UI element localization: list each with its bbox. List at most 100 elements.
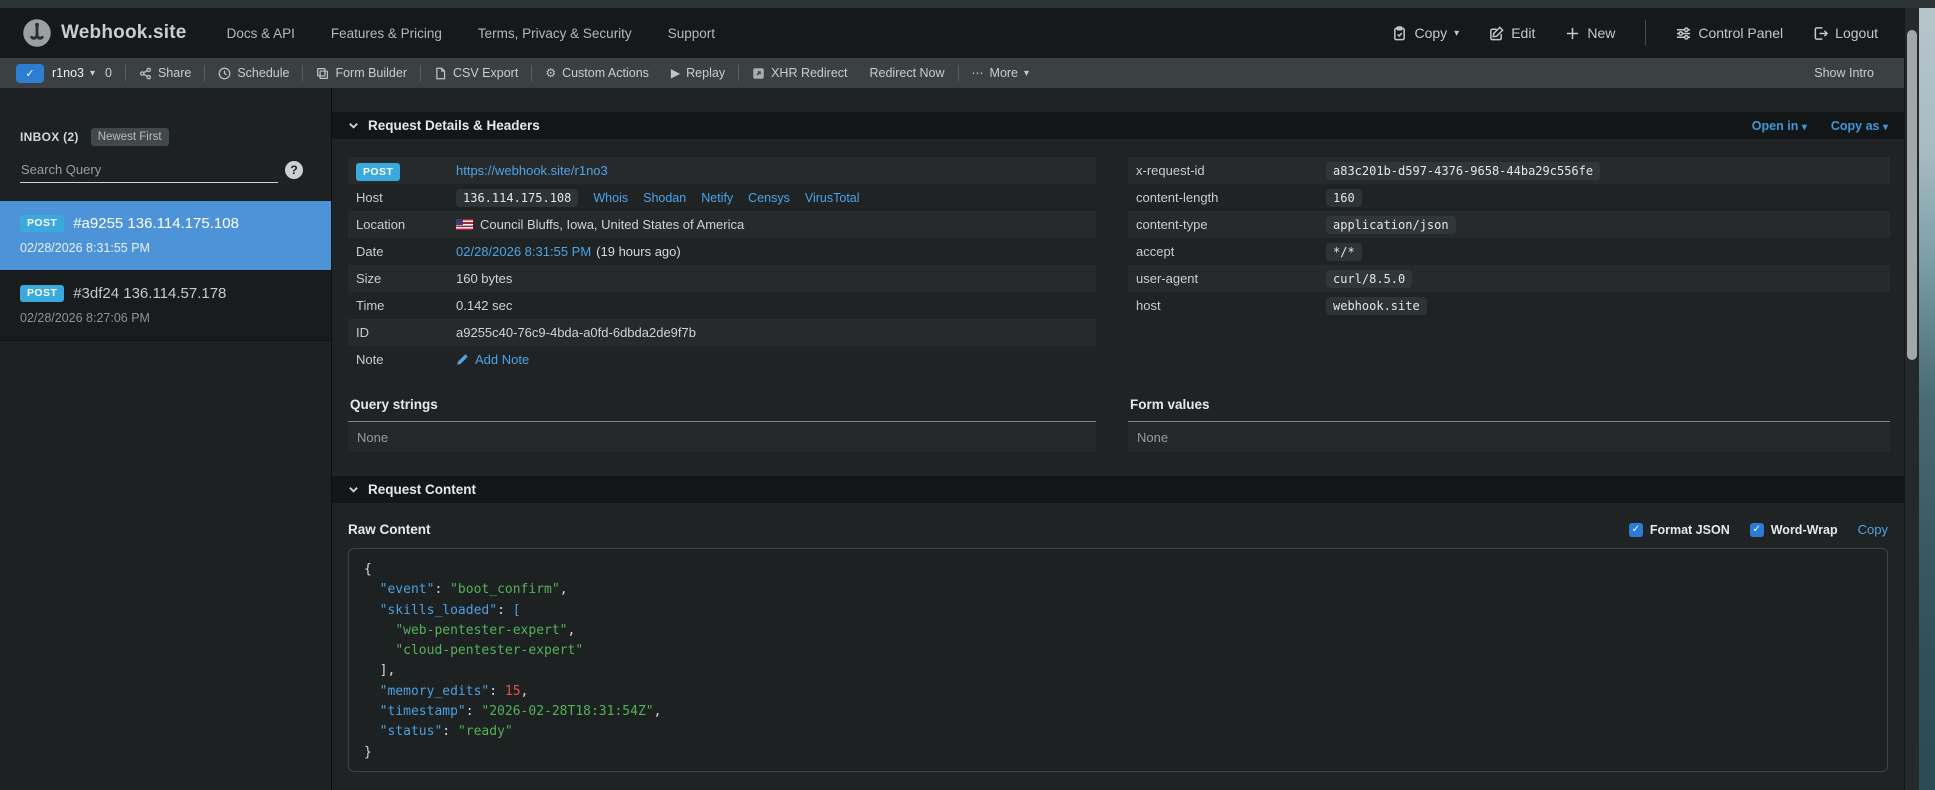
copy-as-dropdown[interactable]: Copy as ▾	[1831, 119, 1888, 133]
row-label: ID	[356, 325, 369, 340]
search-input[interactable]	[20, 159, 278, 183]
code-token: "timestamp"	[379, 704, 466, 720]
logout-button[interactable]: Logout	[1813, 25, 1878, 41]
code-token: :	[497, 602, 513, 618]
header-name: content-type	[1136, 217, 1208, 232]
details-section-header[interactable]: Request Details & Headers Open in ▾ Copy…	[332, 112, 1904, 139]
format-json-checkbox[interactable]: ✓ Format JSON	[1628, 522, 1730, 537]
form-values-empty: None	[1128, 423, 1890, 452]
word-wrap-label: Word-Wrap	[1770, 522, 1838, 537]
toolbar-divider	[531, 65, 533, 81]
token-check-button[interactable]: ✓	[16, 63, 44, 83]
toolbar-divider	[124, 65, 126, 81]
nav-link-support[interactable]: Support	[668, 26, 715, 41]
xhr-redirect-button[interactable]: XHR Redirect	[752, 66, 848, 80]
sliders-icon	[1677, 26, 1691, 40]
open-in-label: Open in	[1751, 118, 1799, 133]
date-link[interactable]: 02/28/2026 8:31:55 PM	[456, 244, 591, 259]
redirect-now-label: Redirect Now	[869, 66, 945, 80]
header-name: user-agent	[1136, 271, 1199, 286]
window-top-edge	[0, 0, 1935, 8]
code-token: "skills_loaded"	[379, 602, 498, 618]
virustotal-link[interactable]: VirusTotal	[805, 191, 860, 205]
csv-export-button[interactable]: CSV Export	[434, 66, 518, 80]
code-token: [	[512, 602, 521, 618]
word-wrap-checkbox[interactable]: ✓ Word-Wrap	[1749, 522, 1838, 537]
content-section-header[interactable]: Request Content	[332, 476, 1904, 503]
control-panel-button[interactable]: Control Panel	[1676, 25, 1783, 41]
more-dropdown[interactable]: ⋯ More ▾	[972, 66, 1030, 80]
webhook-site-app: Webhook.site Docs & API Features & Prici…	[0, 0, 1935, 790]
redirect-now-button[interactable]: Redirect Now	[870, 66, 945, 80]
code-line: "web-pentester-expert",	[364, 621, 1872, 641]
form-builder-icon	[317, 67, 329, 79]
toolbar-divider	[302, 65, 304, 81]
logout-icon	[1814, 26, 1829, 40]
copy-content-button[interactable]: Copy	[1858, 522, 1888, 537]
code-line: "memory_edits": 15,	[364, 682, 1872, 702]
replay-label: Replay	[686, 66, 726, 80]
share-button[interactable]: Share	[139, 66, 191, 80]
netify-link[interactable]: Netify	[701, 191, 733, 205]
format-json-label: Format JSON	[1649, 522, 1730, 537]
edit-button[interactable]: Edit	[1489, 25, 1535, 41]
chevron-down-icon	[349, 123, 358, 129]
show-intro-button[interactable]: Show Intro	[1814, 66, 1888, 80]
shodan-link[interactable]: Shodan	[643, 191, 686, 205]
request-id-value: a9255c40-76c9-4bda-a0fd-6dbda2de9f7b	[456, 325, 696, 340]
query-form-section: Query strings None Form values None	[332, 373, 1904, 452]
request-url-link[interactable]: https://webhook.site/r1no3	[456, 163, 608, 178]
request-date: 02/28/2026 8:31:55 PM	[20, 241, 150, 255]
nav-link-terms[interactable]: Terms, Privacy & Security	[478, 26, 632, 41]
brand-logo[interactable]: Webhook.site	[22, 18, 187, 48]
replay-button[interactable]: ▶ Replay	[671, 66, 725, 80]
copy-as-label: Copy as	[1830, 118, 1880, 133]
share-icon	[139, 67, 151, 79]
table-row: Host 136.114.175.108 Whois Shodan Netify…	[348, 184, 1096, 211]
nav-link-docs[interactable]: Docs & API	[227, 26, 295, 41]
caret-down-icon: ▾	[1882, 121, 1888, 133]
query-strings-title: Query strings	[350, 397, 438, 412]
caret-down-icon: ▾	[89, 67, 96, 79]
nav-link-pricing[interactable]: Features & Pricing	[331, 26, 442, 41]
add-note-button[interactable]: Add Note	[456, 352, 529, 367]
date-relative: (19 hours ago)	[596, 244, 681, 259]
header-value: */*	[1326, 242, 1362, 261]
copy-dropdown-button[interactable]: Copy ▾	[1392, 25, 1459, 41]
form-values-title: Form values	[1130, 397, 1210, 412]
code-token: "cloud-pentester-expert"	[395, 643, 584, 659]
code-token: :	[434, 582, 451, 598]
sort-order-badge[interactable]: Newest First	[90, 128, 169, 146]
raw-content-code[interactable]: { "event": "boot_confirm", "skills_loade…	[348, 548, 1888, 772]
request-title: #a9255 136.114.175.108	[73, 215, 239, 232]
sidebar-header: INBOX (2) Newest First ?	[0, 88, 331, 185]
whois-link[interactable]: Whois	[593, 191, 628, 205]
censys-link[interactable]: Censys	[748, 191, 790, 205]
request-list-item[interactable]: POST #a9255 136.114.175.108 02/28/2026 8…	[0, 201, 331, 271]
method-badge: POST	[20, 285, 65, 302]
new-button[interactable]: New	[1565, 25, 1615, 41]
form-builder-button[interactable]: Form Builder	[316, 66, 407, 80]
request-list-item[interactable]: POST #3df24 136.114.57.178 02/28/2026 8:…	[0, 271, 331, 341]
action-toolbar: ✓ r1no3 ▾ 0 Share Schedule Form Builder …	[0, 58, 1904, 88]
control-panel-label: Control Panel	[1698, 25, 1784, 41]
custom-actions-button[interactable]: ⚙ Custom Actions	[545, 66, 649, 80]
divider	[348, 421, 1096, 422]
token-dropdown[interactable]: r1no3 ▾	[52, 66, 95, 80]
top-navbar: Webhook.site Docs & API Features & Prici…	[0, 8, 1904, 58]
xhr-redirect-label: XHR Redirect	[771, 66, 848, 80]
code-line: {	[364, 560, 1872, 580]
clipboard-icon	[1394, 25, 1406, 40]
checkbox-checked-icon: ✓	[1749, 522, 1764, 537]
schedule-button[interactable]: Schedule	[218, 66, 289, 80]
nav-divider	[1645, 20, 1647, 46]
help-icon[interactable]: ?	[285, 161, 303, 179]
open-in-dropdown[interactable]: Open in ▾	[1752, 119, 1807, 133]
page-scrollbar[interactable]	[1904, 8, 1919, 790]
table-row: Time 0.142 sec	[348, 292, 1096, 319]
scrollbar-thumb[interactable]	[1907, 30, 1917, 360]
header-name: accept	[1136, 244, 1175, 259]
